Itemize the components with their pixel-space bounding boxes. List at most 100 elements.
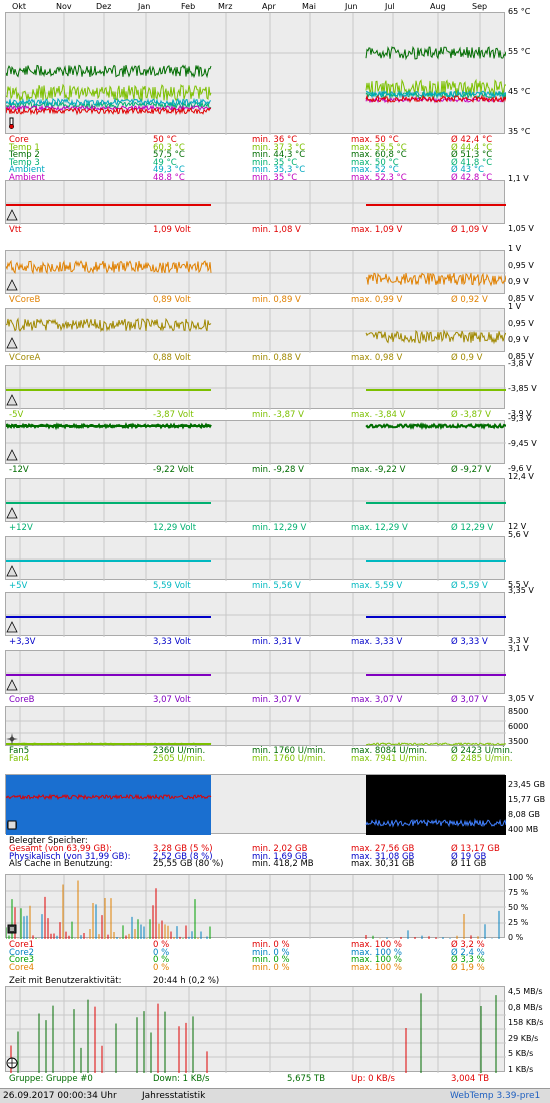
axis-tick-label: 5 KB/s [508, 1049, 534, 1059]
axis-tick-label: 0,95 V [508, 260, 534, 270]
axis-tick-label: 8,08 GB [508, 810, 541, 819]
voltage-icon [6, 507, 18, 519]
month-label: Jun [345, 2, 358, 11]
reading-cur: 3,07 Volt [153, 695, 191, 705]
reading-row: Core4 0 % min. 0 % max. 100 % Ø 1,9 % [5, 963, 505, 973]
reading-cur: -9,22 Volt [153, 465, 194, 475]
series-line [6, 317, 212, 333]
reading-min: min. 0,89 V [252, 295, 301, 305]
memory-area [6, 775, 211, 835]
reading-name: +5V [9, 581, 28, 591]
axis-tick-label: 0,9 V [508, 277, 529, 287]
reading-row: Fan4 2505 U/min. min. 1760 U/min. max. 7941… [5, 753, 513, 764]
axis-tick-label: 23,45 GB [508, 780, 546, 789]
reading-max: max. 3,07 V [351, 695, 403, 705]
reading-row: -5V -3,87 Volt min. -3,87 V max. -3,84 V Ø -… [5, 410, 505, 420]
reading-max: max. 12,29 V [351, 523, 408, 533]
reading-name: VCoreB [9, 295, 41, 305]
reading-cur: 1,09 Volt [153, 225, 191, 235]
voltage-panel-p5v: +5V 5,59 Volt min. 5,56 V max. 5,59 V Ø 5,59… [5, 536, 506, 592]
reading-avg: Ø 12,29 V [451, 523, 494, 533]
axis-tick-label: -3,8 V [508, 359, 532, 368]
axis-tick-label: 1,1 V [508, 174, 529, 183]
axis-tick-label: 12,4 V [508, 472, 534, 481]
series-line [6, 259, 212, 275]
voltage-icon [6, 565, 18, 577]
axis-tick-label: 0 % [508, 933, 524, 942]
voltage-icon [6, 337, 18, 349]
axis-tick-label: 65 °C [508, 7, 531, 16]
voltage-plot [5, 592, 506, 637]
voltage-icon [6, 209, 18, 221]
reading-row: +5V 5,59 Volt min. 5,56 V max. 5,59 V Ø 5,59… [5, 581, 505, 591]
voltage-plot [5, 478, 506, 523]
axis-tick-label: -3,85 V [508, 384, 537, 393]
reading-max: max. -3,84 V [351, 410, 406, 420]
reading-name: +3,3V [9, 637, 36, 647]
axis-tick-label: 3500 [508, 737, 529, 746]
axis-tick-label: 100 % [508, 873, 534, 882]
month-label: Jul [385, 2, 395, 11]
reading-row: +12V 12,29 Volt min. 12,29 V max. 12,29 V Ø … [5, 523, 505, 533]
reading-min: min. 5,56 V [252, 581, 301, 591]
axis-tick-label: 75 % [508, 888, 529, 897]
reading-cur: 2505 U/min. [153, 753, 206, 764]
fan-icon [6, 733, 18, 745]
reading-row: VCoreA 0,88 Volt min. 0,88 V max. 0,98 V Ø 0… [5, 353, 505, 363]
voltage-icon [6, 621, 18, 633]
series-line [365, 329, 506, 345]
reading-min: min. 0 % [252, 962, 290, 973]
reading-avg: Ø -3,87 V [451, 410, 491, 420]
reading-name: +12V [9, 523, 33, 533]
axis-tick-label: 50 % [508, 903, 529, 912]
reading-avg: Ø 5,59 V [451, 581, 488, 591]
month-label: Nov [56, 2, 72, 11]
month-label: Feb [181, 2, 196, 11]
thermometer-icon [9, 117, 14, 129]
reading-name: Core4 [9, 962, 35, 973]
memory-panel: Belegter Speicher: Gesamt (von 63,99 GB)… [5, 774, 506, 874]
network-row: Gruppe: Gruppe #0 Down: 1 KB/s 5,675 TB … [9, 1074, 490, 1084]
footer-timestamp: 26.09.2017 00:00:34 Uhr [3, 1091, 117, 1101]
voltage-plot [5, 420, 506, 465]
voltage-plot [5, 650, 506, 695]
reading-max: max. 7941 U/min. [351, 753, 428, 764]
fan-panel: Fan5 2360 U/min. min. 1760 U/min. max. 8084… [5, 706, 513, 770]
axis-tick-label: 1 KB/s [508, 1065, 534, 1074]
voltage-panel-m5v: -5V -3,87 Volt min. -3,87 V max. -3,84 V Ø -… [5, 365, 506, 421]
series-line [366, 742, 506, 746]
month-label: Sep [472, 2, 488, 11]
reading-name: -12V [9, 465, 29, 475]
footer-app-link[interactable]: WebTemp 3.39-pre1 [450, 1089, 540, 1103]
reading-row: Vtt 1,09 Volt min. 1,08 V max. 1,09 V Ø 1,09… [5, 225, 505, 235]
axis-tick-label: 29 KB/s [508, 1033, 539, 1043]
cpu-plot [5, 874, 506, 939]
month-label: Dez [96, 2, 112, 11]
reading-max: max. 30,31 GB [351, 859, 415, 869]
axis-tick-label: 0,9 V [508, 335, 529, 345]
reading-cur: 25,55 GB (80 %) [153, 859, 224, 869]
reading-name: -5V [9, 410, 24, 420]
reading-max: max. 0,98 V [351, 353, 403, 363]
series-line [6, 64, 212, 79]
voltage-panel-vcorea: VCoreA 0,88 Volt min. 0,88 V max. 0,98 V Ø 0… [5, 308, 506, 364]
reading-avg: Ø 3,33 V [451, 637, 488, 647]
footer-title: Jahresstatistik [142, 1091, 206, 1101]
reading-row: VCoreB 0,89 Volt min. 0,89 V max. 0,99 V Ø 0… [5, 295, 505, 305]
voltage-panel-vcoreb: VCoreB 0,89 Volt min. 0,89 V max. 0,99 V Ø 0… [5, 250, 506, 306]
reading-max: max. 100 % [351, 962, 402, 973]
voltage-plot [5, 536, 506, 581]
reading-min: min. 1760 U/min. [252, 753, 326, 764]
reading-avg: Ø 11 GB [451, 859, 487, 869]
reading-min: min. 12,29 V [252, 523, 307, 533]
reading-max: max. 0,99 V [351, 295, 403, 305]
reading-cur: 5,59 Volt [153, 581, 191, 591]
axis-tick-label: 3,35 V [508, 586, 534, 595]
axis-tick-label: 8500 [508, 707, 529, 716]
axis-tick-label: 35 °C [508, 127, 531, 136]
axis-tick-label: -9,45 V [508, 439, 537, 448]
reading-name: Fan4 [9, 753, 30, 764]
reading-avg: Ø 1,09 V [451, 225, 488, 235]
voltage-icon [6, 679, 18, 691]
voltage-panel-p12v: +12V 12,29 Volt min. 12,29 V max. 12,29 V Ø … [5, 478, 506, 534]
